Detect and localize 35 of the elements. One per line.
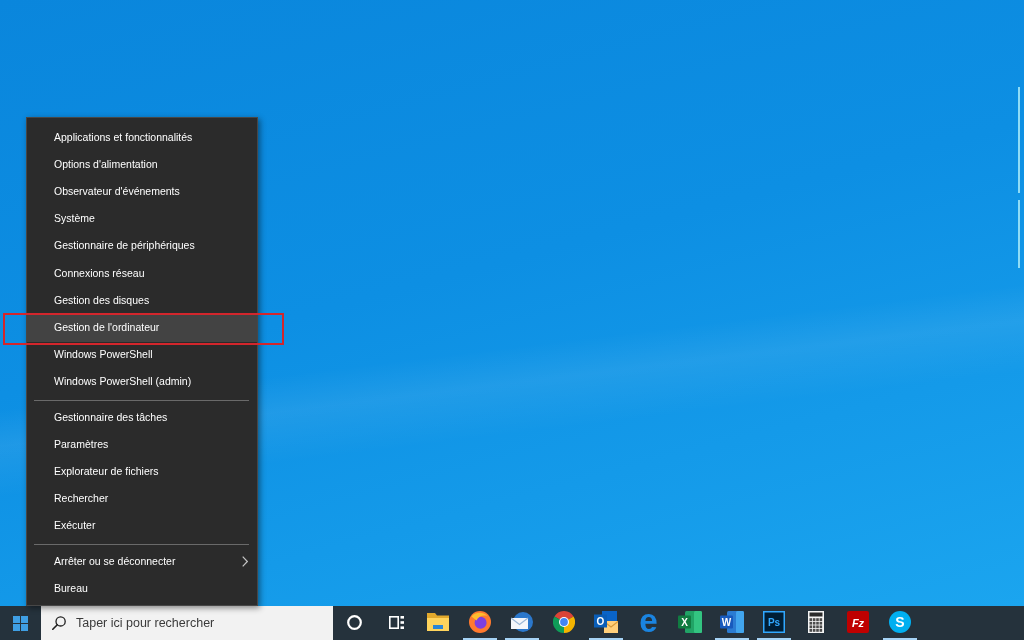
menu-item[interactable]: Options d'alimentation [27,151,257,179]
menu-item[interactable]: Observateur d'événements [27,178,257,206]
windows-logo-icon [13,615,28,631]
taskbar-button[interactable]: X [669,606,711,638]
search-icon [52,616,66,630]
menu-item[interactable]: Gestionnaire de périphériques [27,232,257,260]
task-view-icon [388,615,404,629]
menu-item[interactable]: Bureau [27,575,257,603]
menu-item[interactable]: Système [27,205,257,233]
segmented-circle-icon [553,611,575,633]
letter-tile-icon: Fz [847,611,869,633]
menu-item[interactable]: Rechercher [27,485,257,513]
menu-item[interactable]: Paramètres [27,431,257,459]
letter-tile-icon: Ps [763,611,785,633]
menu-item[interactable]: Gestionnaire des tâches [27,403,257,432]
menu-item[interactable]: Gestion de l'ordinateur [27,314,257,342]
menu-item[interactable]: Arrêter ou se déconnecter [27,547,257,575]
menu-item[interactable]: Windows PowerShell (admin) [27,368,257,396]
taskbar-button[interactable]: O [585,606,627,638]
menu-item[interactable]: Exécuter [27,512,257,540]
letter-icon: e [638,612,658,632]
menu-item[interactable]: Connexions réseau [27,259,257,288]
menu-item[interactable]: Windows PowerShell [27,341,257,369]
circle-icon [346,614,362,630]
menu-item[interactable]: Applications et fonctionnalités [27,124,257,152]
calculator-icon [808,611,824,633]
globe-icon [469,611,491,633]
envelope-icon [511,612,533,632]
menu-item[interactable]: Explorateur de fichiers [27,458,257,486]
taskbar-button[interactable]: Ps [753,606,795,638]
folder-icon [427,613,449,631]
letter-circle-icon: S [889,611,911,633]
menu-item[interactable]: Gestion des disques [27,287,257,315]
taskbar-button[interactable]: W [711,606,753,638]
taskbar-button[interactable]: Fz [837,606,879,638]
